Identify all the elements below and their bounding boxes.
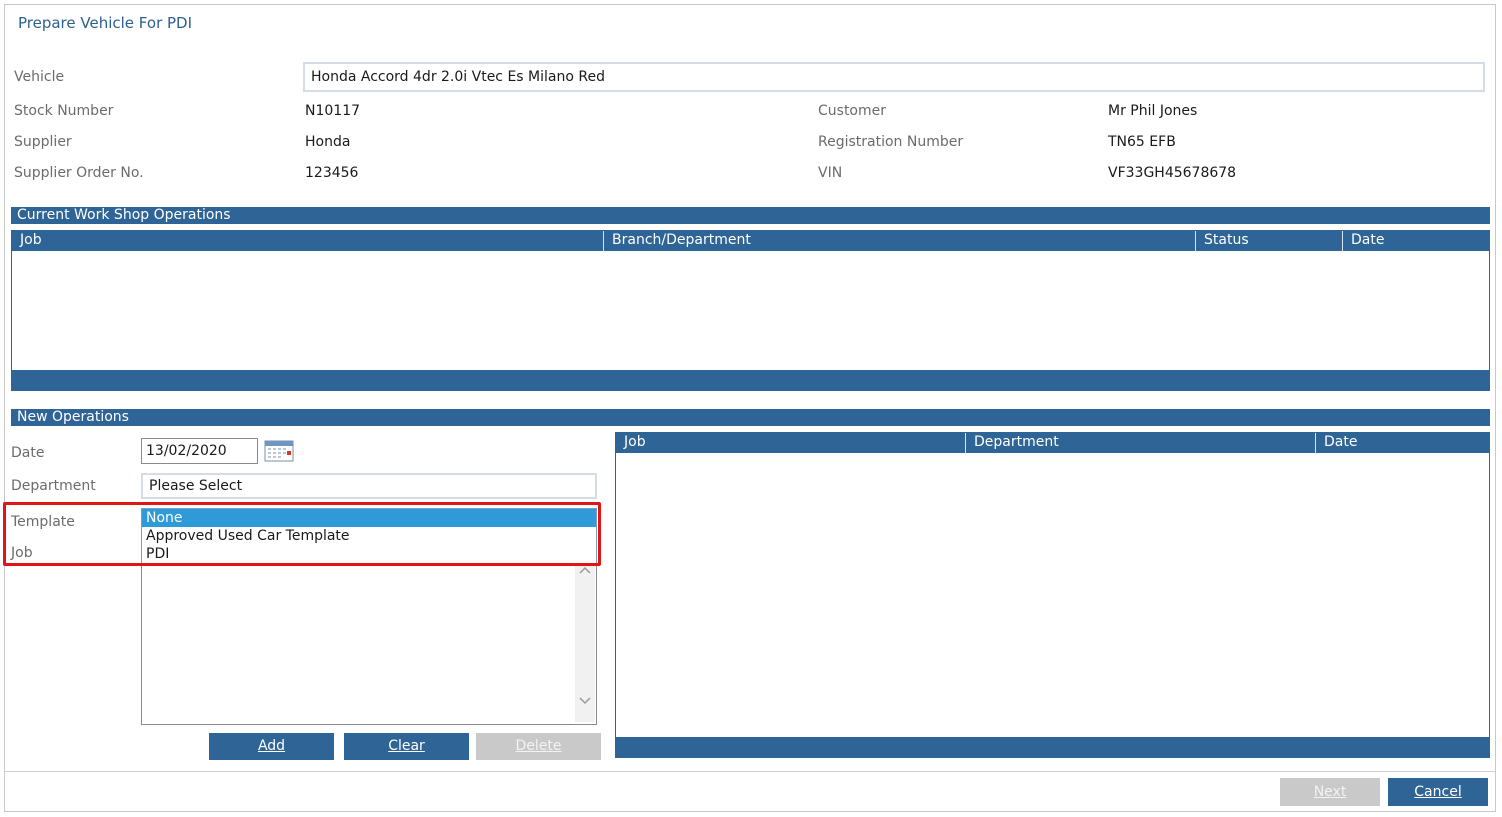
date-label: Date (11, 445, 45, 461)
stock-number-value: N10117 (305, 103, 361, 119)
calendar-icon[interactable] (264, 440, 294, 462)
stock-number-label: Stock Number (14, 103, 114, 119)
footer-divider (5, 771, 1495, 772)
cancel-button[interactable]: Cancel (1388, 778, 1488, 806)
current-ops-grid: Job Branch/Department Status Date (11, 230, 1490, 391)
delete-button[interactable]: Delete (476, 733, 601, 760)
column-date[interactable]: Date (1315, 433, 1489, 453)
registration-label: Registration Number (818, 134, 964, 150)
vin-label: VIN (818, 165, 843, 181)
supplier-label: Supplier (14, 134, 72, 150)
dialog-title: Prepare Vehicle For PDI (18, 14, 193, 32)
new-ops-grid-header: Job Department Date (616, 433, 1489, 453)
scroll-up-icon[interactable] (578, 565, 592, 575)
job-list-scrollbar[interactable] (575, 563, 595, 722)
department-label: Department (11, 478, 96, 494)
column-job[interactable]: Job (12, 231, 603, 251)
column-status[interactable]: Status (1195, 231, 1342, 251)
department-select[interactable]: Please Select (141, 473, 597, 499)
date-input[interactable]: 13/02/2020 (141, 438, 258, 464)
new-ops-header: New Operations (11, 409, 1490, 426)
vin-value: VF33GH45678678 (1108, 165, 1237, 181)
clear-button[interactable]: Clear (344, 733, 469, 760)
column-department[interactable]: Department (965, 433, 1315, 453)
new-ops-grid-footer (616, 737, 1489, 757)
supplier-order-value: 123456 (305, 165, 359, 181)
supplier-order-label: Supplier Order No. (14, 165, 144, 181)
customer-label: Customer (818, 103, 887, 119)
new-ops-grid: Job Department Date (615, 432, 1490, 758)
scroll-down-icon[interactable] (578, 696, 592, 706)
next-button[interactable]: Next (1280, 778, 1380, 806)
registration-value: TN65 EFB (1108, 134, 1176, 150)
job-list[interactable] (141, 560, 597, 725)
column-branch-department[interactable]: Branch/Department (603, 231, 1195, 251)
current-ops-header: Current Work Shop Operations (11, 207, 1490, 224)
current-ops-grid-header: Job Branch/Department Status Date (12, 231, 1489, 251)
column-date[interactable]: Date (1342, 231, 1489, 251)
supplier-value: Honda (305, 134, 351, 150)
current-ops-grid-footer (12, 370, 1489, 390)
customer-value: Mr Phil Jones (1108, 103, 1198, 119)
highlight-box (3, 502, 601, 566)
add-button[interactable]: Add (209, 733, 334, 760)
column-job[interactable]: Job (616, 433, 965, 453)
vehicle-field[interactable]: Honda Accord 4dr 2.0i Vtec Es Milano Red (303, 62, 1485, 92)
vehicle-label: Vehicle (14, 69, 65, 85)
